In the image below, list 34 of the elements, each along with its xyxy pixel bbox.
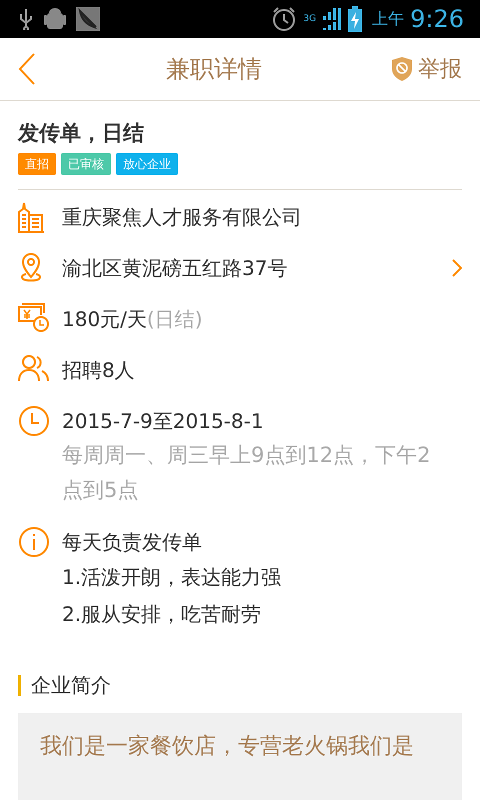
alarm-icon <box>271 6 298 32</box>
company-description: 我们是一家餐饮店，专营老火锅我们是 <box>40 733 415 761</box>
section-title: 企业简介 <box>31 672 111 699</box>
clock-icon <box>18 405 50 437</box>
requirement-text: 2.服从安排，吃苦耐劳 <box>62 601 262 628</box>
info-icon <box>18 526 50 558</box>
chevron-right-icon[interactable] <box>452 259 462 277</box>
detail-text: 重庆聚焦人才服务有限公司 <box>62 205 302 229</box>
detail-text: 渝北区黄泥磅五红路37号 <box>62 256 288 280</box>
shield-icon <box>392 57 412 81</box>
detail-text: 招聘8人 <box>62 358 135 382</box>
money-clock-icon <box>18 303 50 333</box>
schedule-text: 每周周一、周三早上9点到12点，下午2点到5点 <box>62 442 432 504</box>
detail-text: 2015-7-9至2015-8-1 <box>62 409 264 433</box>
signal-icon <box>322 6 342 32</box>
detail-text: 180元/天 <box>62 307 147 331</box>
back-icon[interactable] <box>18 53 36 85</box>
tag: 已审核 <box>61 153 111 175</box>
location-pin-icon <box>18 252 44 284</box>
clock-time: 9:26 <box>410 5 464 33</box>
detail-text: 每天负责发传单 <box>62 530 202 554</box>
tag: 直招 <box>18 153 56 175</box>
requirement-text: 1.活泼开朗，表达能力强 <box>62 564 282 591</box>
report-button[interactable]: 举报 <box>392 54 462 84</box>
building-icon <box>18 201 44 233</box>
usb-icon <box>18 8 34 30</box>
am-pm-label: 上午 <box>372 8 404 30</box>
network-label: 3G <box>303 14 316 24</box>
settlement-note: (日结) <box>146 307 203 331</box>
battery-charging-icon <box>348 6 362 32</box>
tag: 放心企业 <box>116 153 178 175</box>
job-title: 发传单，日结 <box>18 120 145 147</box>
page-title: 兼职详情 <box>165 54 263 85</box>
people-icon <box>18 354 50 382</box>
